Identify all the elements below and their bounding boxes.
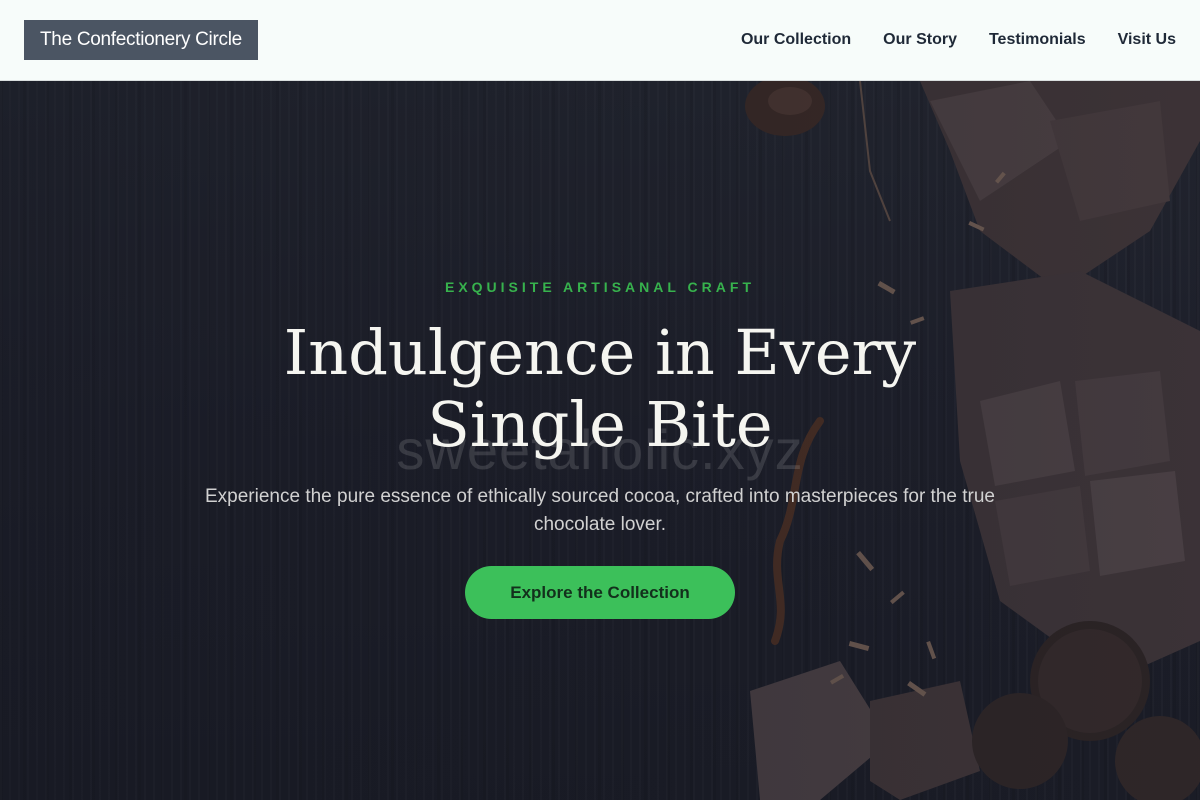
hero-subtitle: Experience the pure essence of ethically… <box>205 486 995 535</box>
site-header: The Confectionery Circle Our Collection … <box>0 0 1200 81</box>
explore-collection-button[interactable]: Explore the Collection <box>465 566 735 619</box>
hero-headline: Indulgence in Every Single Bite <box>283 316 917 461</box>
hero-section: EXQUISITE ARTISANAL CRAFT sweetaholic.xy… <box>0 81 1200 800</box>
nav-link-visit-us[interactable]: Visit Us <box>1118 31 1176 49</box>
hero-content: EXQUISITE ARTISANAL CRAFT sweetaholic.xy… <box>0 81 1200 800</box>
nav-link-testimonials[interactable]: Testimonials <box>989 31 1086 49</box>
hero-eyebrow: EXQUISITE ARTISANAL CRAFT <box>444 279 755 295</box>
main-nav: Our Collection Our Story Testimonials Vi… <box>741 31 1176 49</box>
site-logo[interactable]: The Confectionery Circle <box>24 20 258 60</box>
nav-link-our-collection[interactable]: Our Collection <box>741 31 851 49</box>
nav-link-our-story[interactable]: Our Story <box>883 31 957 49</box>
